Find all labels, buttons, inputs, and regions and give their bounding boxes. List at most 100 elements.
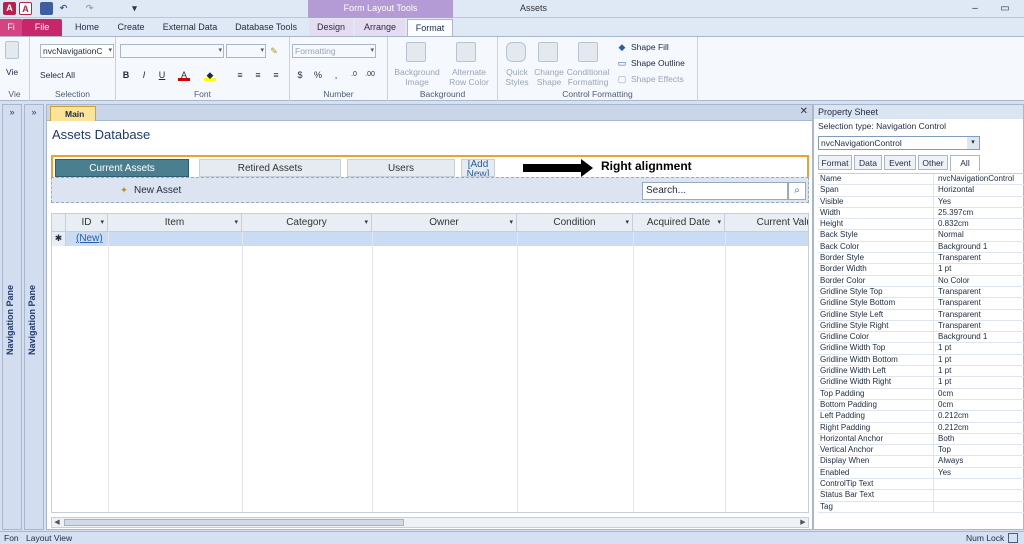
quick-styles-button[interactable]: Quick Styles (500, 67, 534, 87)
access-app-icon-2[interactable]: A (19, 2, 32, 15)
scroll-left-icon[interactable]: ◀ (52, 518, 62, 527)
property-row[interactable]: Bottom Padding 0cm (818, 399, 1024, 412)
property-row[interactable]: Gridline Width Right 1 pt (818, 377, 1024, 389)
property-row[interactable]: Right Padding 0.212cm (818, 422, 1024, 434)
property-value[interactable]: Yes (938, 468, 951, 479)
property-value[interactable]: Transparent (938, 310, 981, 321)
align-left-icon[interactable]: ≡ (234, 69, 246, 81)
property-value[interactable]: 0.212cm (938, 423, 969, 434)
bold-button[interactable]: B (120, 69, 132, 81)
shape-fill-button[interactable]: Shape Fill (631, 42, 669, 52)
italic-button[interactable]: I (138, 69, 150, 81)
property-row[interactable]: Gridline Style Top Transparent (818, 286, 1024, 299)
undo-icon[interactable]: ↶ (57, 2, 70, 15)
property-value[interactable]: nvcNavigationControl (938, 174, 1014, 185)
shape-effects-button[interactable]: Shape Effects (631, 74, 684, 84)
property-value[interactable]: Yes (938, 197, 951, 208)
expand-nav-icon[interactable]: » (3, 107, 21, 117)
shape-fill-icon[interactable]: ◆ (616, 41, 628, 53)
property-row[interactable]: Status Bar Text (818, 490, 1024, 502)
row-selector[interactable]: ✱ (52, 232, 66, 246)
number-format-combo[interactable]: Formatting ▾ (292, 44, 376, 58)
property-value[interactable]: 0.212cm (938, 411, 969, 422)
property-value[interactable]: Horizontal (938, 185, 974, 196)
column-current-value[interactable]: Current Valu (725, 214, 808, 232)
object-selector[interactable]: nvcNavigationControl ▾ (818, 136, 980, 150)
access-app-icon[interactable]: A (3, 2, 16, 15)
property-row[interactable]: Name nvcNavigationControl (818, 174, 1024, 186)
change-shape-icon[interactable] (538, 42, 558, 62)
tab-data-props[interactable]: Data (854, 155, 882, 170)
tab-format-props[interactable]: Format (818, 155, 852, 170)
comma-button[interactable]: , (330, 69, 342, 81)
conditional-formatting-button[interactable]: Conditional Formatting (564, 67, 612, 87)
font-name-combo[interactable]: ▾ (120, 44, 224, 58)
background-image-icon[interactable] (406, 42, 426, 62)
column-owner[interactable]: Owner ▾ (372, 214, 517, 232)
tab-file[interactable]: File (22, 19, 62, 36)
layout-view-icon[interactable] (1008, 533, 1018, 543)
background-image-button[interactable]: Background Image (392, 67, 442, 87)
property-row[interactable]: Gridline Color Background 1 (818, 332, 1024, 344)
shape-effects-icon[interactable]: ▢ (616, 73, 628, 85)
property-row[interactable]: Gridline Width Left 1 pt (818, 366, 1024, 378)
property-row[interactable]: Visible Yes (818, 196, 1024, 208)
new-asset-button[interactable]: New Asset (134, 185, 181, 196)
property-value[interactable]: Background 1 (938, 332, 987, 343)
view-label[interactable]: Vie (6, 67, 18, 77)
tab-file-stub[interactable]: Fi (0, 19, 22, 36)
chevron-down-icon[interactable]: ▾ (234, 214, 238, 231)
property-value[interactable]: No Color (938, 276, 970, 287)
property-value[interactable]: Transparent (938, 298, 981, 309)
decrease-decimal-icon[interactable]: .00 (364, 69, 376, 81)
property-value[interactable]: 1 pt (938, 366, 951, 377)
column-acquired-date[interactable]: Acquired Date ▾ (633, 214, 725, 232)
tab-design[interactable]: Design (309, 19, 353, 36)
property-row[interactable]: Span Horizontal (818, 185, 1024, 197)
align-center-icon[interactable]: ≡ (252, 69, 264, 81)
property-row[interactable]: Back Style Normal (818, 230, 1024, 242)
increase-decimal-icon[interactable]: .0 (348, 69, 360, 81)
property-value[interactable]: 25.397cm (938, 208, 973, 219)
nav-tab-users[interactable]: Users (347, 159, 455, 177)
percent-button[interactable]: % (312, 69, 324, 81)
property-value[interactable]: Transparent (938, 253, 981, 264)
property-row[interactable]: Enabled Yes (818, 467, 1024, 480)
property-row[interactable]: Top Padding 0cm (818, 388, 1024, 400)
tab-arrange[interactable]: Arrange (355, 19, 405, 36)
property-row[interactable]: Gridline Width Top 1 pt (818, 343, 1024, 355)
property-row[interactable]: Border Style Transparent (818, 253, 1024, 265)
property-row[interactable]: Border Color No Color (818, 275, 1024, 287)
property-row[interactable]: Tag (818, 501, 1024, 513)
property-row[interactable]: Gridline Style Bottom Transparent (818, 298, 1024, 310)
property-row[interactable]: Height 0.832cm (818, 219, 1024, 231)
search-input[interactable]: Search... (642, 182, 788, 200)
alternate-row-color-button[interactable]: Alternate Row Color (444, 67, 494, 87)
property-value[interactable]: Transparent (938, 321, 981, 332)
column-id[interactable]: ID ▾ (66, 214, 108, 232)
customize-toolbar-icon[interactable]: ▾ (128, 2, 141, 15)
chevron-down-icon[interactable]: ▾ (717, 214, 721, 231)
tab-create[interactable]: Create (110, 19, 152, 36)
horizontal-scrollbar[interactable]: ◀ ▶ (51, 517, 809, 528)
object-combo[interactable]: nvcNavigationC ▾ (40, 44, 114, 58)
property-value[interactable]: 1 pt (938, 377, 951, 388)
tab-external-data[interactable]: External Data (156, 19, 224, 36)
tab-home[interactable]: Home (66, 19, 108, 36)
chevron-down-icon[interactable]: ▾ (967, 137, 979, 149)
tab-main[interactable]: Main (50, 106, 96, 121)
font-color-icon[interactable]: A (178, 69, 190, 81)
shape-outline-icon[interactable]: ▭ (616, 57, 628, 69)
chevron-down-icon[interactable]: ▾ (364, 214, 368, 231)
property-value[interactable]: Transparent (938, 287, 981, 298)
property-row[interactable]: Width 25.397cm (818, 207, 1024, 220)
property-value[interactable]: Top (938, 445, 951, 456)
tab-format[interactable]: Format (407, 19, 453, 36)
property-value[interactable]: Background 1 (938, 242, 987, 253)
property-value[interactable]: 1 pt (938, 355, 951, 366)
currency-icon[interactable]: $ (294, 69, 306, 81)
tab-all-props[interactable]: All (950, 155, 980, 171)
format-painter-icon[interactable]: ✎ (268, 45, 280, 57)
column-condition[interactable]: Condition ▾ (517, 214, 633, 232)
change-shape-button[interactable]: Change Shape (532, 67, 566, 87)
